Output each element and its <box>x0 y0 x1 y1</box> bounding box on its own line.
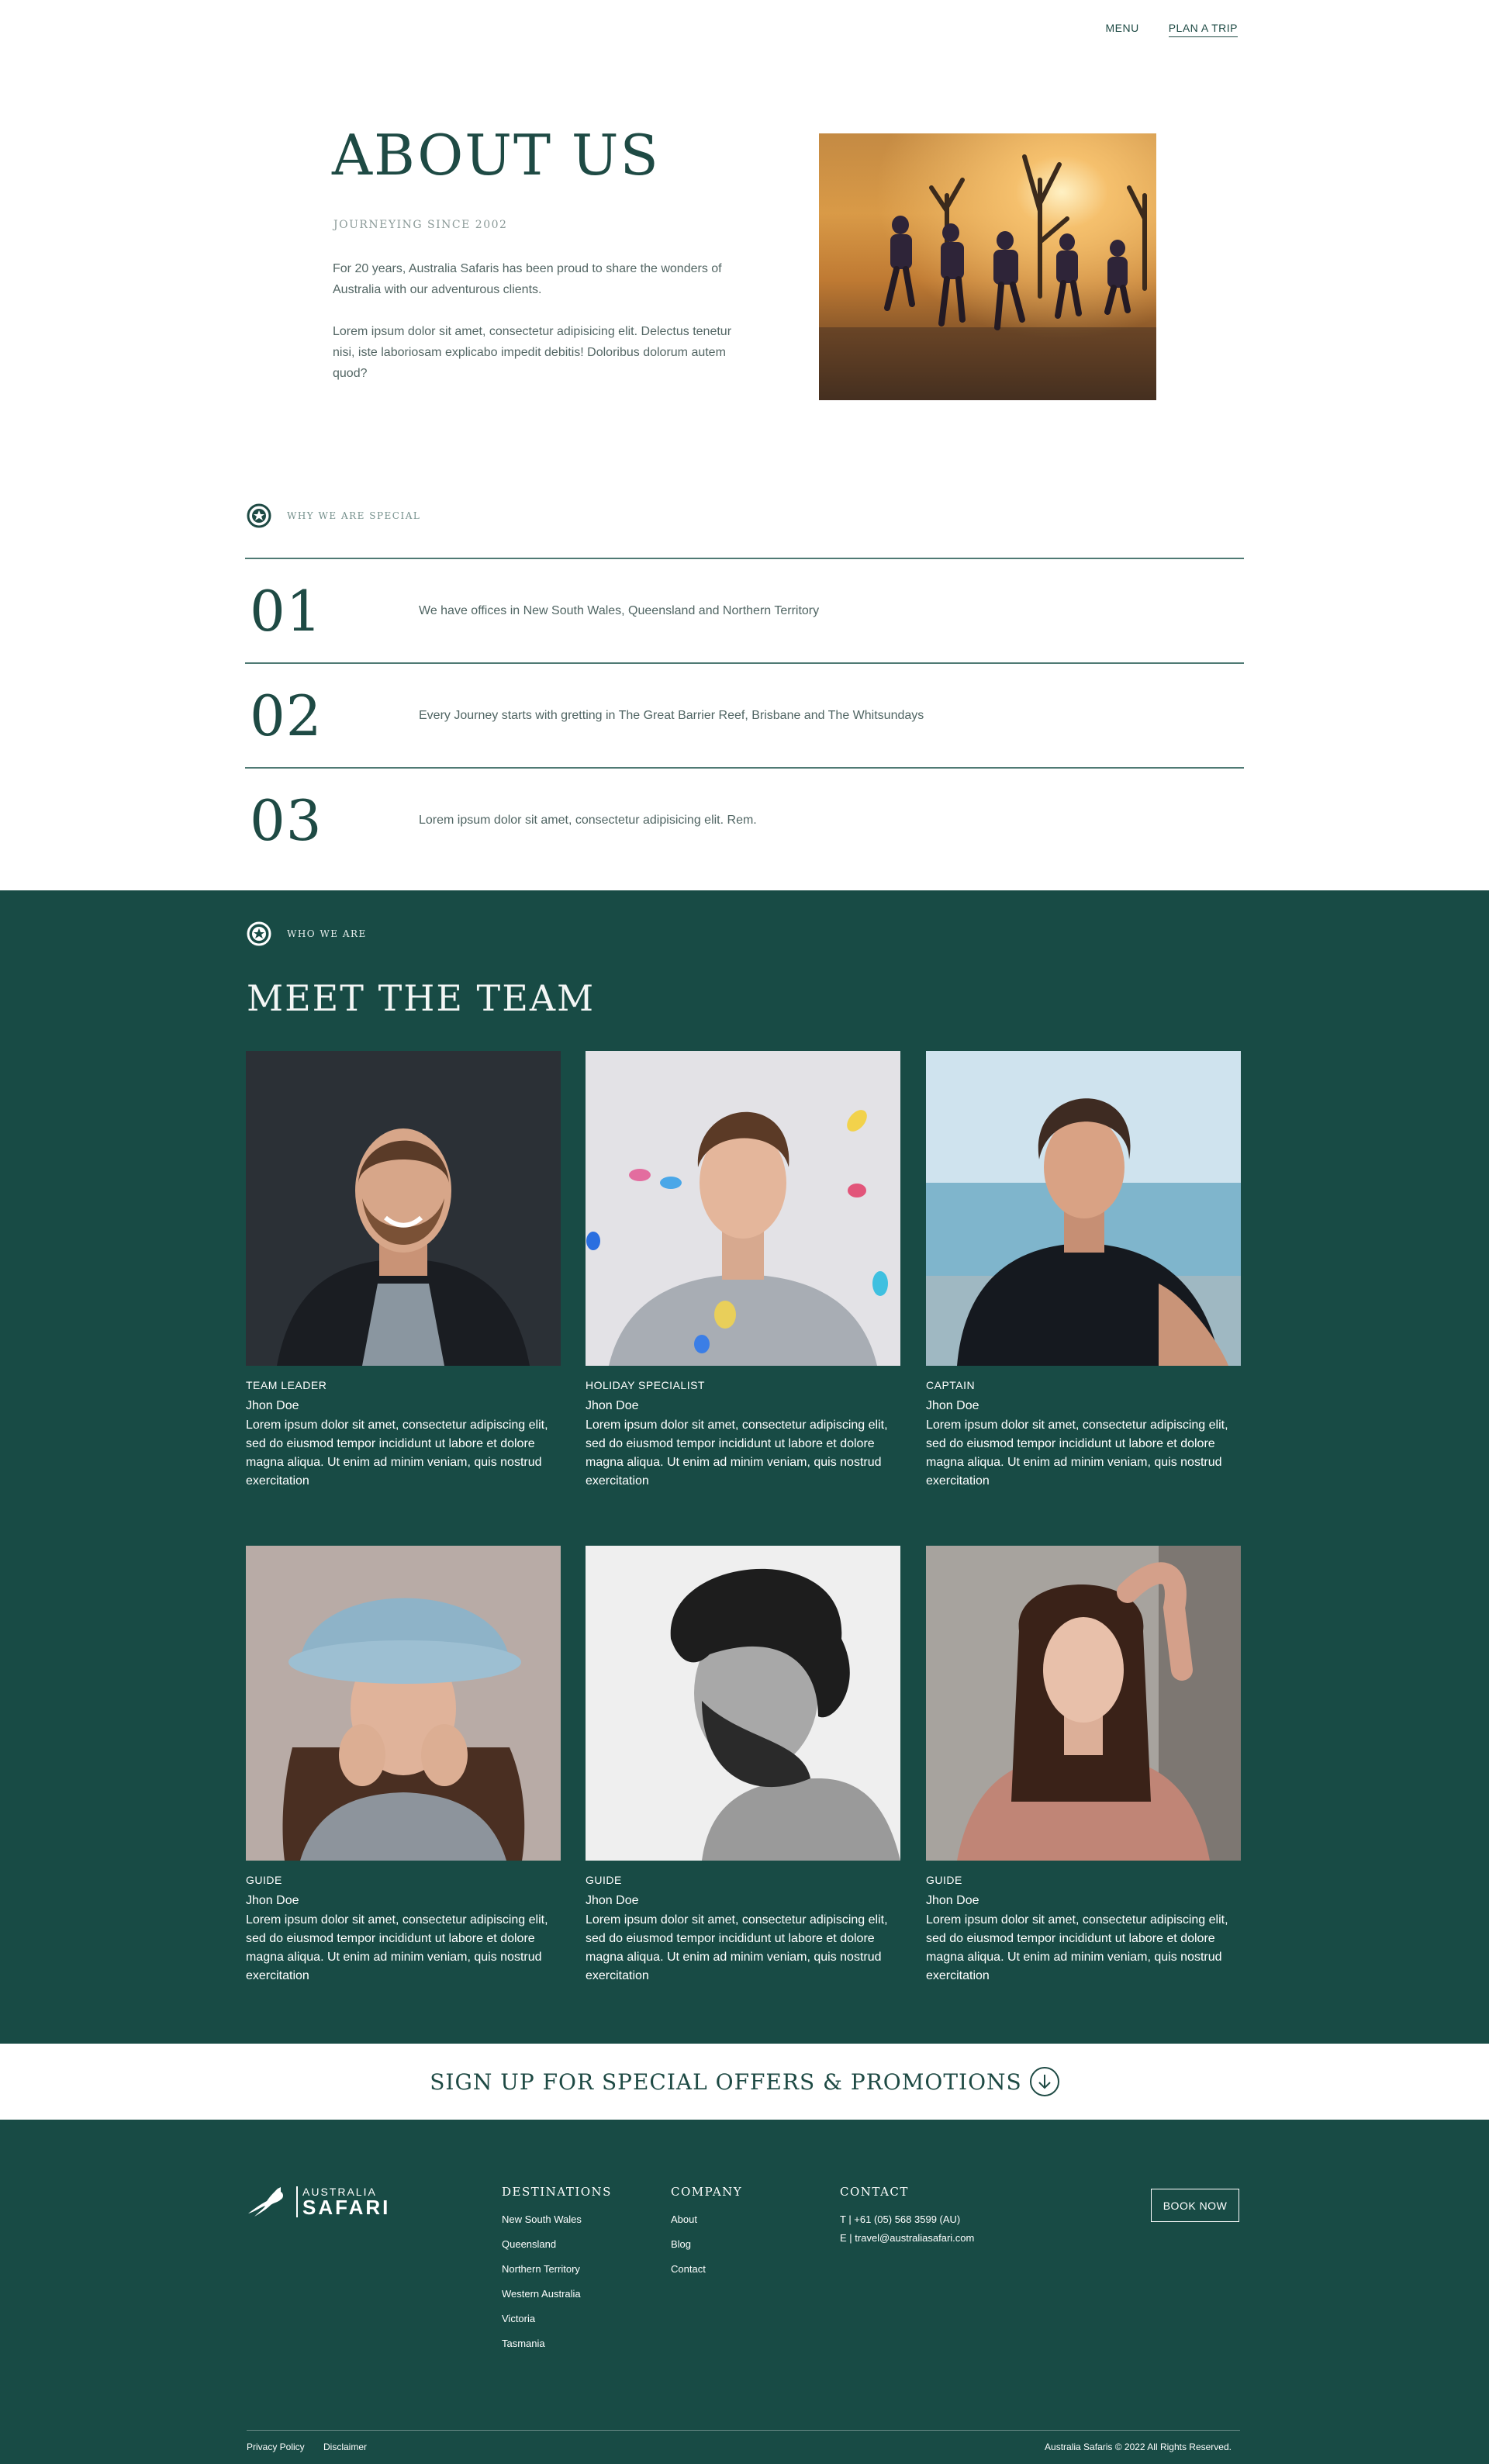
team-member-bio: Lorem ipsum dolor sit amet, consectetur … <box>926 1419 1228 1488</box>
footer-link-about[interactable]: About <box>671 2213 742 2225</box>
team-section: WHO WE ARE MEET THE TEAM TEAM LEADER Jho… <box>0 890 1489 2044</box>
footer-link-western-australia[interactable]: Western Australia <box>502 2288 612 2300</box>
footer-link-blog[interactable]: Blog <box>671 2238 742 2250</box>
kangaroo-icon <box>248 2187 283 2217</box>
feature-number: 02 <box>250 683 323 748</box>
why-special-heading: WHY WE ARE SPECIAL <box>247 503 420 528</box>
compass-star-icon <box>247 921 271 946</box>
team-member-name: Jhon Doe <box>926 1894 979 1907</box>
team-member-name: Jhon Doe <box>926 1399 979 1412</box>
footer: AUSTRALIA SAFARI DESTINATIONS New South … <box>0 2120 1489 2464</box>
feature-item: 02 Every Journey starts with gretting in… <box>245 662 1244 767</box>
team-member-bio: Lorem ipsum dolor sit amet, consectetur … <box>586 1419 888 1488</box>
footer-logo[interactable]: AUSTRALIA SAFARI <box>247 2186 390 2218</box>
footer-divider <box>247 2430 1240 2431</box>
team-member-role: GUIDE <box>926 1874 962 1886</box>
team-member-bio: Lorem ipsum dolor sit amet, consectetur … <box>926 1913 1228 1982</box>
copyright-text: Australia Safaris © 2022 All Rights Rese… <box>1045 2442 1232 2452</box>
footer-link-queensland[interactable]: Queensland <box>502 2238 612 2250</box>
feature-text: Lorem ipsum dolor sit amet, consectetur … <box>419 813 757 827</box>
team-member-photo <box>926 1546 1241 1861</box>
features-list: 01 We have offices in New South Wales, Q… <box>245 558 1244 872</box>
team-card[interactable]: CAPTAIN Jhon Doe Lorem ipsum dolor sit a… <box>926 1051 1241 1491</box>
team-card[interactable]: GUIDE Jhon Doe Lorem ipsum dolor sit ame… <box>926 1546 1241 1985</box>
team-member-role: GUIDE <box>586 1874 622 1886</box>
signup-banner[interactable]: SIGN UP FOR SPECIAL OFFERS & PROMOTIONS <box>0 2044 1489 2120</box>
team-member-name: Jhon Doe <box>246 1894 299 1907</box>
team-member-role: CAPTAIN <box>926 1379 976 1391</box>
team-card[interactable]: TEAM LEADER Jhon Doe Lorem ipsum dolor s… <box>246 1051 561 1491</box>
feature-text: We have offices in New South Wales, Quee… <box>419 603 820 617</box>
who-we-are-label: WHO WE ARE <box>287 928 367 939</box>
hero-image <box>819 133 1156 400</box>
company-column: COMPANY About Blog Contact <box>671 2185 742 2288</box>
feature-text: Every Journey starts with gretting in Th… <box>419 708 924 722</box>
destinations-heading: DESTINATIONS <box>502 2185 612 2199</box>
team-member-photo <box>926 1051 1241 1366</box>
team-member-name: Jhon Doe <box>586 1399 639 1412</box>
team-member-name: Jhon Doe <box>246 1399 299 1412</box>
signup-text: SIGN UP FOR SPECIAL OFFERS & PROMOTIONS <box>430 2068 1022 2095</box>
menu-link[interactable]: MENU <box>1105 22 1138 37</box>
privacy-policy-link[interactable]: Privacy Policy <box>247 2442 305 2452</box>
arrow-down-circle-icon[interactable] <box>1029 2067 1059 2096</box>
contact-column: CONTACT T | +61 (05) 568 3599 (AU) E | t… <box>840 2185 974 2251</box>
team-member-photo <box>586 1546 900 1861</box>
who-we-are-heading: WHO WE ARE <box>247 921 367 946</box>
feature-number: 01 <box>250 578 323 644</box>
disclaimer-link[interactable]: Disclaimer <box>323 2442 367 2452</box>
team-member-role: GUIDE <box>246 1874 282 1886</box>
footer-link-tasmania[interactable]: Tasmania <box>502 2338 612 2349</box>
about-subtitle: JOURNEYING SINCE 2002 <box>333 219 508 231</box>
team-title: MEET THE TEAM <box>247 977 596 1019</box>
top-nav: MENU PLAN A TRIP <box>1105 22 1238 37</box>
page-title: ABOUT US <box>332 123 660 188</box>
footer-link-new-south-wales[interactable]: New South Wales <box>502 2213 612 2225</box>
team-member-bio: Lorem ipsum dolor sit amet, consectetur … <box>246 1913 548 1982</box>
footer-link-contact[interactable]: Contact <box>671 2263 742 2275</box>
about-paragraph-2: Lorem ipsum dolor sit amet, consectetur … <box>333 325 732 380</box>
plan-a-trip-link[interactable]: PLAN A TRIP <box>1168 22 1238 37</box>
team-member-role: HOLIDAY SPECIALIST <box>586 1379 705 1391</box>
feature-item: 01 We have offices in New South Wales, Q… <box>245 558 1244 662</box>
team-member-bio: Lorem ipsum dolor sit amet, consectetur … <box>246 1419 548 1488</box>
contact-email[interactable]: E | travel@australiasafari.com <box>840 2232 974 2244</box>
why-special-label: WHY WE ARE SPECIAL <box>287 510 421 521</box>
team-card[interactable]: HOLIDAY SPECIALIST Jhon Doe Lorem ipsum … <box>586 1051 900 1491</box>
logo-text-bottom: SAFARI <box>302 2196 391 2219</box>
footer-link-victoria[interactable]: Victoria <box>502 2313 612 2324</box>
feature-item: 03 Lorem ipsum dolor sit amet, consectet… <box>245 767 1244 872</box>
team-card[interactable]: GUIDE Jhon Doe Lorem ipsum dolor sit ame… <box>246 1546 561 1985</box>
contact-heading: CONTACT <box>840 2185 909 2199</box>
about-paragraph-1: For 20 years, Australia Safaris has been… <box>333 262 722 296</box>
team-member-bio: Lorem ipsum dolor sit amet, consectetur … <box>586 1913 888 1982</box>
team-member-photo <box>246 1546 561 1861</box>
feature-number: 03 <box>250 787 323 853</box>
contact-phone[interactable]: T | +61 (05) 568 3599 (AU) <box>840 2213 974 2225</box>
team-member-name: Jhon Doe <box>586 1894 639 1907</box>
footer-link-northern-territory[interactable]: Northern Territory <box>502 2263 612 2275</box>
compass-star-icon <box>247 503 271 528</box>
book-now-button[interactable]: BOOK NOW <box>1151 2189 1239 2222</box>
company-heading: COMPANY <box>671 2185 743 2199</box>
team-member-photo <box>246 1051 561 1366</box>
team-member-photo <box>586 1051 900 1366</box>
team-member-role: TEAM LEADER <box>246 1379 327 1391</box>
destinations-column: DESTINATIONS New South Wales Queensland … <box>502 2185 612 2362</box>
team-card[interactable]: GUIDE Jhon Doe Lorem ipsum dolor sit ame… <box>586 1546 900 1985</box>
